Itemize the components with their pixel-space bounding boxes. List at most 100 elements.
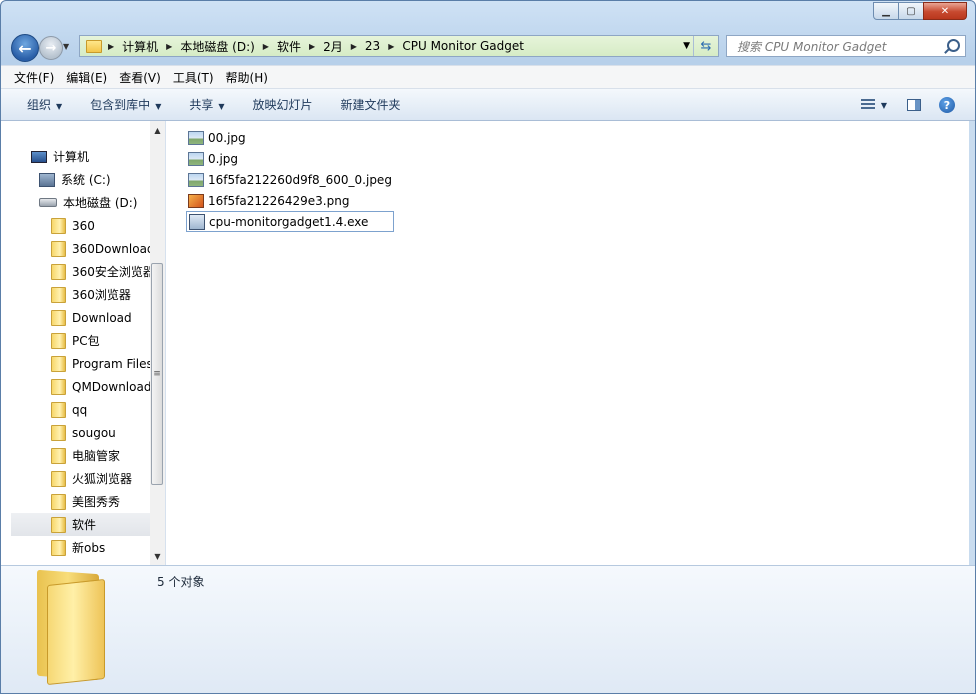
tree-item-drive-c[interactable]: 系统 (C:) <box>11 168 151 191</box>
folder-front <box>47 578 105 686</box>
file-list: 00.jpg 0.jpg 16f5fa212260d9f8_600_0.jpeg… <box>186 127 394 232</box>
chevron-right-icon[interactable]: ▶ <box>386 42 396 51</box>
breadcrumb-february[interactable]: 2月 <box>317 36 349 56</box>
tree-item-label: 360Download <box>72 241 151 256</box>
search-input[interactable] <box>735 37 949 57</box>
share-label: 共享 <box>189 98 214 112</box>
maximize-button[interactable]: ▢ <box>898 2 924 20</box>
menu-tools[interactable]: 工具(T) <box>168 69 219 86</box>
file-item[interactable]: 00.jpg <box>186 127 394 148</box>
scroll-down-icon[interactable]: ▼ <box>150 549 165 563</box>
folder-icon <box>51 378 66 395</box>
chevron-down-icon[interactable]: ▼ <box>881 101 887 110</box>
preview-pane-icon[interactable] <box>907 99 921 111</box>
tree-item-folder[interactable]: 电脑管家 <box>11 444 151 467</box>
tree-item-folder[interactable]: Download <box>11 306 151 329</box>
tree-item-label: 360 <box>72 218 95 233</box>
menu-bar: 文件(F) 编辑(E) 查看(V) 工具(T) 帮助(H) <box>1 65 975 89</box>
chevron-right-icon[interactable]: ▶ <box>164 42 174 51</box>
tree-item-folder[interactable]: 360 <box>11 214 151 237</box>
chevron-down-icon: ▼ <box>155 102 162 111</box>
chevron-right-icon[interactable]: ▶ <box>349 42 359 51</box>
file-item-focused[interactable]: cpu-monitorgadget1.4.exe <box>186 211 394 232</box>
tree-item-folder[interactable]: QMDownload <box>11 375 151 398</box>
drive-icon <box>39 198 57 207</box>
tree-item-label: 火狐浏览器 <box>72 472 133 486</box>
change-view-icon[interactable] <box>860 99 875 111</box>
file-item[interactable]: 16f5fa21226429e3.png <box>186 190 394 211</box>
breadcrumb-software[interactable]: 软件 <box>271 36 307 56</box>
explorer-window: ▁ ▢ ✕ ← → ▼ ▶ 计算机 ▶ 本地磁盘 (D:) ▶ 软件 ▶ 2月 … <box>0 0 976 694</box>
folder-icon <box>51 447 66 464</box>
file-name: 16f5fa21226429e3.png <box>208 193 350 208</box>
item-count: 5 个对象 <box>157 575 205 589</box>
image-icon <box>188 172 204 187</box>
search-icon[interactable] <box>947 39 960 52</box>
tree-item-folder-selected[interactable]: 软件 <box>11 513 151 536</box>
help-icon[interactable]: ? <box>939 97 955 113</box>
new-folder-button[interactable]: 新建文件夹 <box>327 96 415 113</box>
share-button[interactable]: 共享 ▼ <box>175 96 238 113</box>
file-item[interactable]: 0.jpg <box>186 148 394 169</box>
file-item[interactable]: 16f5fa212260d9f8_600_0.jpeg <box>186 169 394 190</box>
tree-item-folder[interactable]: 360安全浏览器 <box>11 260 151 283</box>
tree-item-folder[interactable]: 360Download <box>11 237 151 260</box>
tree-item-folder[interactable]: PC包 <box>11 329 151 352</box>
back-button[interactable]: ← <box>11 34 39 62</box>
folder-icon <box>51 309 66 326</box>
file-name: 00.jpg <box>208 130 246 145</box>
chevron-down-icon: ▼ <box>56 102 63 111</box>
tree-item-folder[interactable]: qq <box>11 398 151 421</box>
chevron-right-icon[interactable]: ▶ <box>307 42 317 51</box>
folder-icon <box>51 424 66 441</box>
breadcrumb-23[interactable]: 23 <box>359 36 386 56</box>
folder-icon <box>51 401 66 418</box>
tree-item-label: 360浏览器 <box>72 288 131 302</box>
slideshow-button[interactable]: 放映幻灯片 <box>239 96 327 113</box>
search-box <box>726 35 966 57</box>
tree-item-folder[interactable]: 美图秀秀 <box>11 490 151 513</box>
tree-item-folder[interactable]: sougou <box>11 421 151 444</box>
file-name: cpu-monitorgadget1.4.exe <box>209 214 369 229</box>
menu-edit[interactable]: 编辑(E) <box>61 69 112 86</box>
forward-button[interactable]: → <box>39 36 63 60</box>
tree-item-label: 本地磁盘 (D:) <box>63 196 138 210</box>
folder-icon <box>51 263 66 280</box>
chevron-right-icon[interactable]: ▶ <box>261 42 271 51</box>
exe-icon <box>189 213 205 230</box>
tree-item-folder[interactable]: 360浏览器 <box>11 283 151 306</box>
breadcrumb-cpu-monitor-gadget[interactable]: CPU Monitor Gadget <box>396 36 530 56</box>
menu-file[interactable]: 文件(F) <box>9 69 59 86</box>
tree-item-folder[interactable]: 新obs <box>11 536 151 559</box>
scroll-up-icon[interactable]: ▲ <box>150 123 165 137</box>
recent-pages-dropdown[interactable]: ▼ <box>63 42 69 51</box>
tree-item-label: 计算机 <box>53 150 90 164</box>
back-arrow-icon: ← <box>18 38 32 58</box>
menu-view[interactable]: 查看(V) <box>114 69 166 86</box>
chevron-right-icon[interactable]: ▶ <box>106 42 116 51</box>
scroll-thumb[interactable]: ≡ <box>151 263 163 485</box>
menu-help[interactable]: 帮助(H) <box>221 69 273 86</box>
navigation-pane: 计算机 系统 (C:) 本地磁盘 (D:) 360 360Download 36… <box>1 121 166 565</box>
folder-icon <box>51 286 66 303</box>
address-bar[interactable]: ▶ 计算机 ▶ 本地磁盘 (D:) ▶ 软件 ▶ 2月 ▶ 23 ▶ CPU M… <box>79 35 719 57</box>
window-controls: ▁ ▢ ✕ <box>873 2 967 20</box>
organize-button[interactable]: 组织 ▼ <box>1 96 76 113</box>
title-bar: ▁ ▢ ✕ <box>1 1 975 31</box>
tree-item-folder[interactable]: 火狐浏览器 <box>11 467 151 490</box>
refresh-button[interactable]: ⇆ <box>693 36 718 56</box>
tree-item-computer[interactable]: 计算机 <box>11 145 151 168</box>
close-button[interactable]: ✕ <box>923 2 967 20</box>
png-icon <box>188 193 204 208</box>
tree-item-label: Download <box>72 310 132 325</box>
nav-scrollbar[interactable]: ▲ ≡ ▼ <box>150 121 165 565</box>
tree-item-drive-d[interactable]: 本地磁盘 (D:) <box>11 191 151 214</box>
breadcrumb-computer[interactable]: 计算机 <box>116 36 164 56</box>
address-dropdown-icon[interactable]: ▼ <box>683 41 690 51</box>
minimize-button[interactable]: ▁ <box>873 2 899 20</box>
folder-icon <box>51 355 66 372</box>
tree-item-folder[interactable]: Program Files <box>11 352 151 375</box>
breadcrumb-drive-d[interactable]: 本地磁盘 (D:) <box>174 36 260 56</box>
include-in-library-button[interactable]: 包含到库中 ▼ <box>76 96 175 113</box>
computer-icon <box>31 150 47 163</box>
